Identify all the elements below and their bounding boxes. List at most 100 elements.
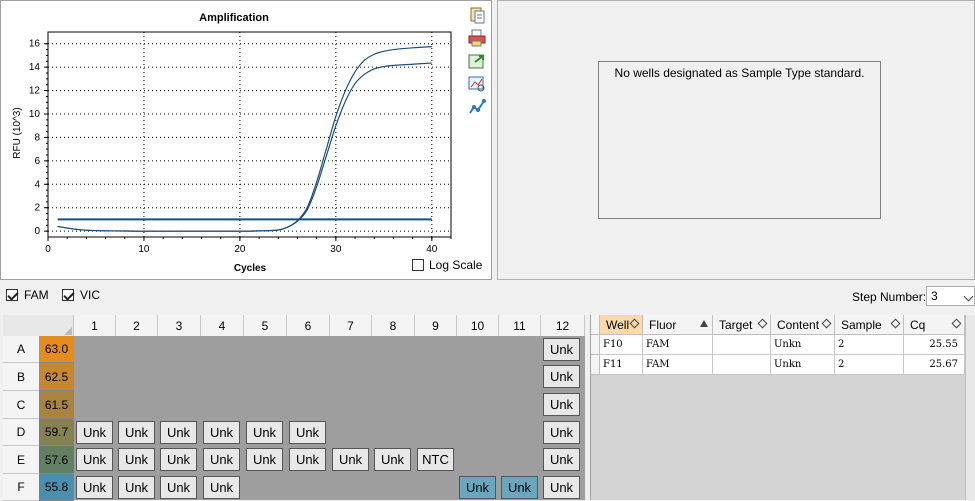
plate-well[interactable]: Unk [158, 446, 201, 473]
results-header-cq[interactable]: Cq [904, 315, 965, 335]
well-content-button[interactable]: Unk [203, 421, 240, 444]
plate-well[interactable]: Unk [541, 363, 585, 390]
well-content-button[interactable]: Unk [543, 476, 580, 499]
results-cell[interactable]: 2 [835, 355, 904, 375]
export-icon[interactable] [467, 52, 487, 70]
plate-row-header[interactable]: C [3, 391, 39, 419]
plate-well[interactable]: NTC [415, 446, 457, 473]
plate-row-header[interactable]: A [3, 336, 39, 363]
plate-well[interactable]: Unk [74, 446, 116, 473]
plate-column-header[interactable]: 7 [330, 315, 372, 336]
plate-column-header[interactable]: 12 [541, 315, 585, 336]
plate-column-header[interactable]: 11 [499, 315, 541, 336]
plate-well[interactable]: Unk [541, 446, 585, 473]
plate-well[interactable]: Unk [116, 446, 158, 473]
well-content-button[interactable]: Unk [118, 448, 155, 471]
results-row-header[interactable] [591, 355, 600, 375]
plate-well[interactable]: Unk [201, 474, 244, 501]
plate-column-header[interactable]: 10 [457, 315, 499, 336]
well-content-button[interactable]: Unk [459, 476, 496, 499]
results-cell[interactable]: F10 [600, 335, 643, 355]
plate-well[interactable]: Unk [158, 474, 201, 501]
well-content-button[interactable]: Unk [203, 476, 240, 499]
plate-column-header[interactable]: 8 [372, 315, 415, 336]
results-cell[interactable]: Unkn [771, 335, 835, 355]
plate-well[interactable]: Unk [457, 474, 499, 501]
plate-well[interactable]: Unk [201, 419, 244, 446]
plate-well[interactable]: Unk [244, 446, 287, 473]
well-content-button[interactable]: Unk [246, 421, 283, 444]
fluor-vic-checkbox[interactable] [62, 289, 74, 301]
well-content-button[interactable]: Unk [160, 421, 197, 444]
well-content-button[interactable]: Unk [160, 448, 197, 471]
well-content-button[interactable]: Unk [160, 476, 197, 499]
well-content-button[interactable]: Unk [543, 338, 580, 361]
plate-well[interactable]: Unk [541, 391, 585, 418]
results-cell[interactable] [713, 335, 771, 355]
well-content-button[interactable]: Unk [203, 448, 240, 471]
plate-well[interactable]: Unk [201, 446, 244, 473]
results-cell[interactable]: FAM [643, 355, 713, 375]
well-content-button[interactable]: Unk [118, 421, 155, 444]
well-content-button[interactable]: Unk [543, 365, 580, 388]
plate-well[interactable]: Unk [74, 474, 116, 501]
plate-row-header[interactable]: F [3, 474, 39, 501]
results-cell[interactable]: 2 [835, 335, 904, 355]
well-content-button[interactable]: Unk [374, 448, 411, 471]
well-content-button[interactable]: Unk [76, 421, 113, 444]
well-content-button[interactable]: Unk [543, 393, 580, 416]
plate-well[interactable]: Unk [116, 419, 158, 446]
plate-column-header[interactable]: 1 [74, 315, 116, 336]
plate-row-header[interactable]: B [3, 363, 39, 391]
plate-column-header[interactable]: 6 [287, 315, 330, 336]
results-header-fluor[interactable]: Fluor [643, 315, 713, 335]
well-content-button[interactable]: Unk [543, 448, 580, 471]
plate-column-header[interactable]: 4 [201, 315, 244, 336]
results-header-content[interactable]: Content [771, 315, 835, 335]
plate-well[interactable]: Unk [116, 474, 158, 501]
plate-well[interactable]: Unk [287, 419, 330, 446]
plate-well[interactable]: Unk [499, 474, 541, 501]
plate-well[interactable]: Unk [244, 419, 287, 446]
chart-settings-icon[interactable] [467, 98, 487, 116]
plate-column-header[interactable]: 5 [244, 315, 287, 336]
step-number-select[interactable]: 3 [926, 286, 975, 306]
fluor-vic-toggle[interactable]: VIC [62, 288, 100, 302]
results-cell[interactable]: FAM [643, 335, 713, 355]
plate-corner[interactable] [3, 315, 74, 336]
results-cell[interactable]: 25.67 [904, 355, 965, 375]
plate-column-header[interactable]: 9 [415, 315, 457, 336]
plate-row-header[interactable]: E [3, 446, 39, 474]
results-header-target[interactable]: Target [713, 315, 771, 335]
copy-icon[interactable] [467, 6, 487, 24]
plate-well[interactable]: Unk [372, 446, 415, 473]
results-cell[interactable]: Unkn [771, 355, 835, 375]
plate-well[interactable]: Unk [330, 446, 372, 473]
plate-well[interactable]: Unk [74, 419, 116, 446]
results-vertical-scrollbar[interactable] [965, 315, 975, 500]
well-content-button[interactable]: Unk [289, 421, 326, 444]
plate-column-header[interactable]: 2 [116, 315, 158, 336]
results-cell[interactable]: 25.55 [904, 335, 965, 355]
well-content-button[interactable]: Unk [76, 476, 113, 499]
results-row-header[interactable] [591, 335, 600, 355]
log-scale-checkbox[interactable] [412, 259, 424, 271]
fluor-fam-checkbox[interactable] [6, 289, 18, 301]
well-content-button[interactable]: Unk [289, 448, 326, 471]
well-content-button[interactable]: Unk [332, 448, 369, 471]
plate-well[interactable]: Unk [541, 336, 585, 363]
fluor-fam-toggle[interactable]: FAM [6, 288, 49, 302]
log-scale-toggle[interactable]: Log Scale [412, 258, 482, 272]
well-content-button[interactable]: Unk [118, 476, 155, 499]
results-cell[interactable] [713, 355, 771, 375]
well-content-button[interactable]: Unk [246, 448, 283, 471]
plate-well[interactable]: Unk [541, 419, 585, 446]
zoom-chart-icon[interactable] [467, 75, 487, 93]
well-content-button[interactable]: NTC [417, 448, 454, 471]
results-header-well[interactable]: Well [600, 315, 643, 335]
plate-well[interactable]: Unk [541, 474, 585, 501]
well-content-button[interactable]: Unk [76, 448, 113, 471]
well-content-button[interactable]: Unk [501, 476, 538, 499]
plate-column-header[interactable]: 3 [158, 315, 201, 336]
well-content-button[interactable]: Unk [543, 421, 580, 444]
